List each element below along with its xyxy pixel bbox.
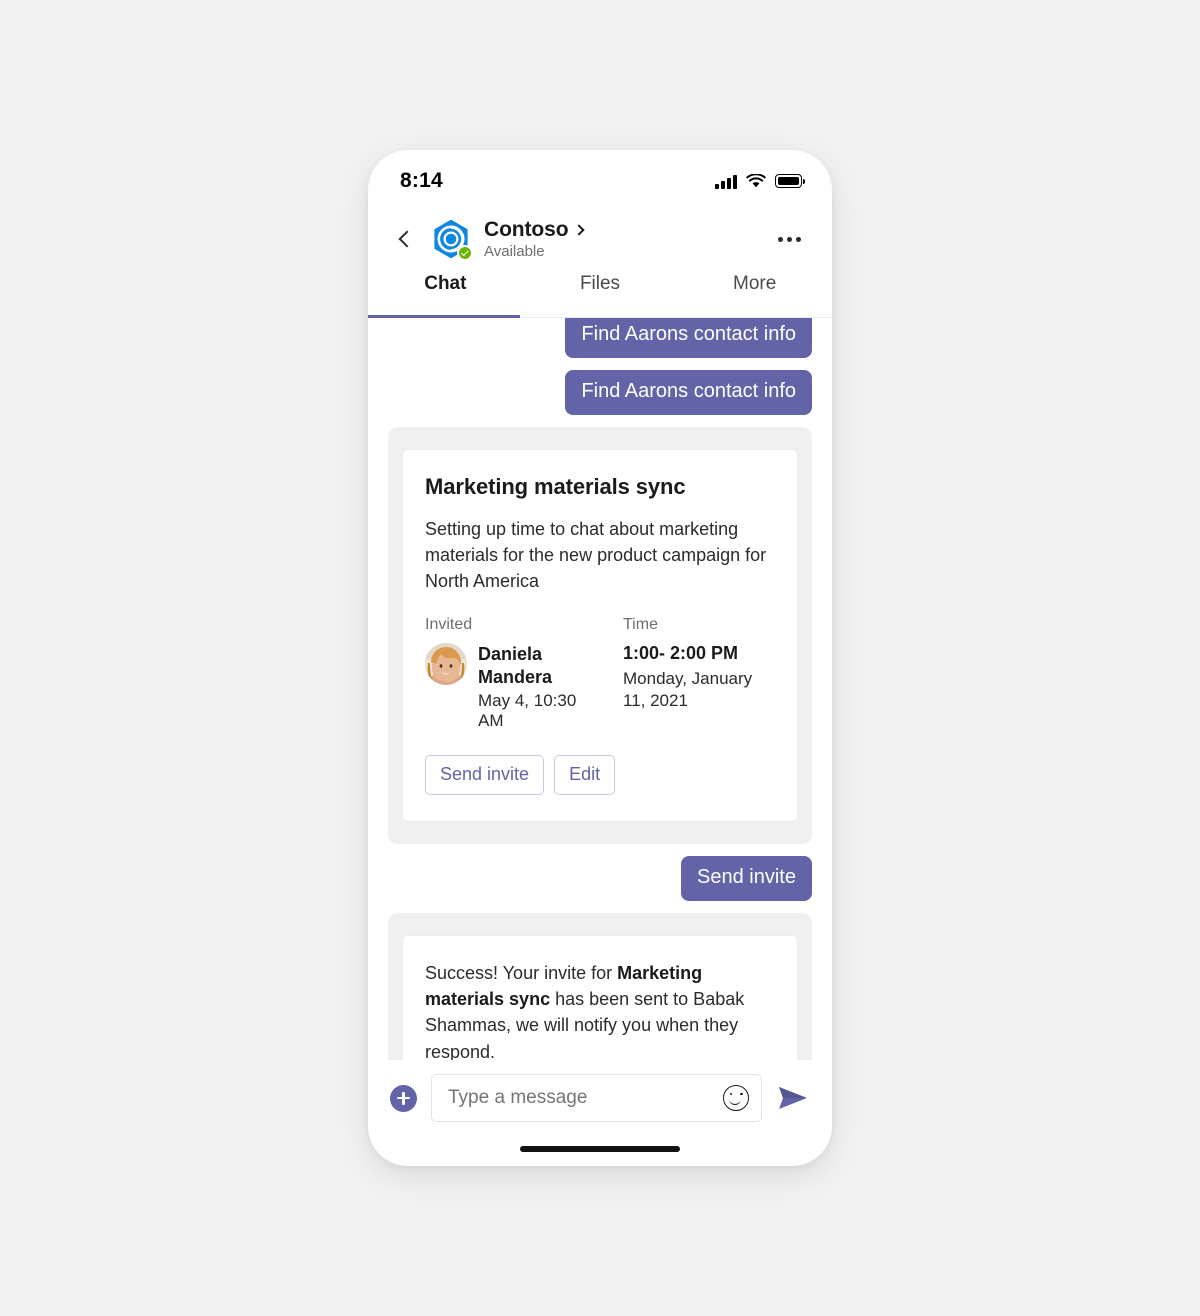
- page-title: Contoso: [484, 218, 569, 241]
- person-text-block: Daniela Mandera May 4, 10:30 AM: [478, 643, 601, 731]
- meeting-card: Marketing materials sync Setting up time…: [402, 449, 798, 823]
- back-button[interactable]: [388, 219, 422, 259]
- message-bubble-outgoing[interactable]: Send invite: [681, 856, 812, 902]
- message-row-success-card: Success! Your invite for Marketing mater…: [388, 913, 812, 1060]
- cellular-signal-icon: [715, 174, 737, 189]
- header-title-block[interactable]: Contoso Available: [484, 218, 770, 260]
- plus-icon[interactable]: [390, 1084, 417, 1112]
- chat-header: Contoso Available: [368, 206, 832, 272]
- time-label: Time: [623, 616, 658, 634]
- person-photo-avatar: [425, 643, 467, 686]
- status-bar: 8:14: [368, 150, 832, 206]
- tab-files[interactable]: Files: [523, 272, 678, 318]
- invited-column: Invited Daniela Mandera May 4, 10:30 AM: [425, 616, 601, 731]
- edit-button[interactable]: Edit: [554, 755, 616, 796]
- tab-chat-label: Chat: [424, 273, 467, 294]
- message-input-field[interactable]: [431, 1074, 762, 1122]
- message-bubble-outgoing[interactable]: Find Aarons contact info: [565, 370, 812, 415]
- phone-frame: 8:14 Contoso Available Chat Files More F…: [368, 150, 832, 1166]
- battery-full-icon: [775, 174, 806, 188]
- tab-active-indicator: [368, 315, 520, 318]
- meeting-time: 1:00- 2:00 PM: [623, 643, 739, 664]
- meeting-date: Monday, January 11, 2021: [623, 669, 753, 711]
- success-card: Success! Your invite for Marketing mater…: [402, 935, 798, 1060]
- search-input[interactable]: [448, 1087, 723, 1109]
- message-list[interactable]: Find Aarons contact info Find Aarons con…: [368, 318, 832, 1060]
- invited-label: Invited: [425, 616, 473, 634]
- back-chevron-icon: [398, 230, 416, 248]
- invited-person: Daniela Mandera May 4, 10:30 AM: [425, 643, 601, 731]
- person-detail: May 4, 10:30 AM: [478, 691, 577, 731]
- more-options-icon[interactable]: [770, 220, 808, 258]
- message-bubble-outgoing[interactable]: Find Aarons contact info: [565, 318, 812, 358]
- status-time: 8:14: [400, 169, 443, 192]
- available-check-icon: [457, 245, 473, 261]
- success-text-part-1: Success! Your invite for: [425, 963, 618, 984]
- meeting-card-title: Marketing materials sync: [425, 474, 686, 499]
- tab-chat[interactable]: Chat: [368, 272, 523, 318]
- chevron-right-icon: [573, 223, 586, 236]
- person-name: Daniela Mandera: [478, 644, 553, 687]
- header-title-line: Contoso: [484, 218, 770, 242]
- tab-bar: Chat Files More: [368, 272, 832, 318]
- success-message: Success! Your invite for Marketing mater…: [425, 960, 775, 1060]
- send-arrow-icon: [779, 1087, 807, 1109]
- send-invite-button[interactable]: Send invite: [425, 755, 545, 796]
- card-wrapper: Success! Your invite for Marketing mater…: [388, 913, 812, 1060]
- tab-more[interactable]: More: [677, 272, 832, 318]
- wifi-icon: [746, 173, 766, 187]
- send-button[interactable]: [776, 1081, 810, 1115]
- home-indicator-area: [368, 1132, 832, 1166]
- time-column: Time 1:00- 2:00 PM Monday, January 11, 2…: [623, 616, 775, 731]
- emoji-smiley-icon[interactable]: [723, 1085, 749, 1111]
- tab-more-label: More: [733, 273, 777, 294]
- message-row-outgoing-1: Find Aarons contact info: [388, 318, 812, 358]
- tab-files-label: Files: [579, 273, 621, 294]
- card-wrapper: Marketing materials sync Setting up time…: [388, 427, 812, 845]
- meeting-card-details: Invited Daniela Mandera May 4, 10:30 AM …: [425, 616, 775, 731]
- meeting-card-actions: Send invite Edit: [425, 755, 775, 796]
- page-root: 8:14 Contoso Available Chat Files More F…: [0, 0, 1200, 1316]
- presence-status: Available: [484, 243, 545, 260]
- avatar[interactable]: [430, 218, 473, 261]
- message-row-outgoing-3: Send invite: [388, 856, 812, 902]
- meeting-card-description: Setting up time to chat about marketing …: [425, 519, 767, 592]
- message-composer: [368, 1060, 832, 1132]
- message-row-outgoing-2: Find Aarons contact info: [388, 370, 812, 415]
- status-icons: [715, 173, 806, 189]
- message-row-meeting-card: Marketing materials sync Setting up time…: [388, 427, 812, 845]
- home-indicator: [520, 1146, 680, 1152]
